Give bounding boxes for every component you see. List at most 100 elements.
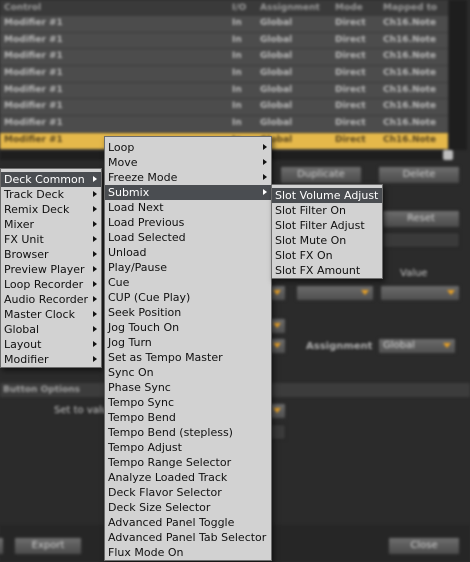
deck-common-menu-item-tempo-sync[interactable]: Tempo Sync (105, 395, 271, 410)
submix-menu-item-slot-volume-adjust[interactable]: Slot Volume Adjust (272, 188, 382, 203)
menu-item-label: Jog Turn (108, 336, 152, 349)
table-row[interactable]: Modifier #1 In Global Direct Ch16.Note (0, 83, 448, 100)
category-menu-item-preview-player[interactable]: Preview Player (1, 262, 101, 277)
table-cell-control: Modifier #1 (4, 134, 63, 145)
category-menu-item-fx-unit[interactable]: FX Unit (1, 232, 101, 247)
menu-item-label: Flux Mode On (108, 546, 184, 559)
submix-menu-item-slot-filter-adjust[interactable]: Slot Filter Adjust (272, 218, 382, 233)
submix-menu-item-slot-fx-on[interactable]: Slot FX On (272, 248, 382, 263)
deck-common-menu-item-deck-size-selector[interactable]: Deck Size Selector (105, 500, 271, 515)
export-button[interactable]: Export (14, 537, 82, 555)
assignment-dropdown[interactable]: Global (378, 338, 456, 354)
submenu-arrow-icon (93, 356, 97, 362)
deck-common-menu-item-cup-cue-play[interactable]: CUP (Cue Play) (105, 290, 271, 305)
column-header-io[interactable]: I/O (232, 3, 246, 13)
deck-common-menu-item-analyze-loaded-track[interactable]: Analyze Loaded Track (105, 470, 271, 485)
close-button[interactable]: Close (388, 537, 460, 555)
category-menu-item-loop-recorder[interactable]: Loop Recorder (1, 277, 101, 292)
deck-common-menu-item-freeze-mode[interactable]: Freeze Mode (105, 170, 271, 185)
table-row[interactable]: Modifier #1 In Global Direct Ch16.Note (0, 33, 448, 50)
deck-common-menu-item-advanced-panel-tab-selector[interactable]: Advanced Panel Tab Selector (105, 530, 271, 545)
submenu-arrow-icon (93, 221, 97, 227)
submenu-arrow-icon (93, 236, 97, 242)
submix-menu-item-slot-mute-on[interactable]: Slot Mute On (272, 233, 382, 248)
deck-common-menu-item-play-pause[interactable]: Play/Pause (105, 260, 271, 275)
submix-menu-item-slot-fx-amount[interactable]: Slot FX Amount (272, 263, 382, 278)
table-cell-mode: Direct (335, 118, 366, 129)
deck-common-menu-item-deck-flavor-selector[interactable]: Deck Flavor Selector (105, 485, 271, 500)
deck-common-submenu: Loop Move Freeze Mode Submix Load Next Load P… (104, 136, 272, 561)
deck-common-menu-item-submix[interactable]: Submix (105, 185, 271, 200)
dropdown-left[interactable] (296, 285, 374, 301)
category-menu-item-global[interactable]: Global (1, 322, 101, 337)
deck-common-menu-item-tempo-adjust[interactable]: Tempo Adjust (105, 440, 271, 455)
table-cell-io: In (232, 118, 242, 129)
deck-common-menu-item-load-next[interactable]: Load Next (105, 200, 271, 215)
submenu-arrow-icon (93, 251, 97, 257)
submix-menu-item-slot-filter-on[interactable]: Slot Filter On (272, 203, 382, 218)
column-header-control[interactable]: Control (4, 3, 41, 13)
menu-item-label: Load Next (108, 201, 164, 214)
deck-common-menu-item-cue[interactable]: Cue (105, 275, 271, 290)
table-cell-control: Modifier #1 (4, 118, 63, 129)
table-cell-io: In (232, 101, 242, 112)
deck-common-menu-item-set-as-tempo-master[interactable]: Set as Tempo Master (105, 350, 271, 365)
deck-common-menu-item-jog-turn[interactable]: Jog Turn (105, 335, 271, 350)
category-menu-item-audio-recorder[interactable]: Audio Recorder (1, 292, 101, 307)
column-header-mode[interactable]: Mode (335, 3, 363, 13)
dropdown-right[interactable] (380, 285, 460, 301)
column-header-mapped-to[interactable]: Mapped to (383, 3, 437, 13)
submenu-arrow-icon (93, 206, 97, 212)
deck-common-menu-item-load-previous[interactable]: Load Previous (105, 215, 271, 230)
table-cell-io: In (232, 84, 242, 95)
menu-item-label: Move (108, 156, 138, 169)
deck-common-menu-item-tempo-range-selector[interactable]: Tempo Range Selector (105, 455, 271, 470)
table-cell-mapped: Ch16.Note (383, 101, 437, 112)
table-cell-assignment: Global (260, 101, 293, 112)
table-cell-mode: Direct (335, 34, 366, 45)
deck-common-menu-item-unload[interactable]: Unload (105, 245, 271, 260)
assignment-value: Global (383, 340, 415, 351)
deck-common-menu-item-tempo-bend-stepless[interactable]: Tempo Bend (stepless) (105, 425, 271, 440)
category-menu-item-deck-common[interactable]: Deck Common (1, 172, 101, 187)
category-menu-item-remix-deck[interactable]: Remix Deck (1, 202, 101, 217)
category-menu-item-mixer[interactable]: Mixer (1, 217, 101, 232)
table-cell-control: Modifier #1 (4, 34, 63, 45)
category-menu-item-browser[interactable]: Browser (1, 247, 101, 262)
table-cell-assignment: Global (260, 68, 293, 79)
menu-item-label: Modifier (4, 353, 49, 366)
deck-common-menu-item-flux-mode-on[interactable]: Flux Mode On (105, 545, 271, 560)
table-row[interactable]: Modifier #1 In Global Direct Ch16.Note (0, 66, 448, 83)
deck-common-menu-item-jog-touch-on[interactable]: Jog Touch On (105, 320, 271, 335)
category-menu-item-layout[interactable]: Layout (1, 337, 101, 352)
table-cell-io: In (232, 51, 242, 62)
menu-item-label: Tempo Bend (stepless) (108, 426, 233, 439)
deck-common-menu-item-load-selected[interactable]: Load Selected (105, 230, 271, 245)
table-row[interactable]: Modifier #1 In Global Direct Ch16.Note (0, 116, 448, 133)
deck-common-menu-item-phase-sync[interactable]: Phase Sync (105, 380, 271, 395)
column-header-assignment[interactable]: Assignment (260, 3, 320, 13)
bottom-left-button[interactable] (0, 537, 4, 555)
deck-common-menu-item-loop[interactable]: Loop (105, 140, 271, 155)
menu-item-label: Layout (4, 338, 42, 351)
deck-common-menu-item-sync-on[interactable]: Sync On (105, 365, 271, 380)
table-row[interactable]: Modifier #1 In Global Direct Ch16.Note (0, 99, 448, 117)
table-cell-mapped: Ch16.Note (383, 84, 437, 95)
reset-button[interactable]: Reset (382, 210, 460, 228)
table-vertical-scrollbar[interactable] (449, 0, 467, 150)
category-menu-item-master-clock[interactable]: Master Clock (1, 307, 101, 322)
table-cell-io: In (232, 68, 242, 79)
duplicate-button[interactable]: Duplicate (280, 166, 362, 184)
deck-common-menu-item-tempo-bend[interactable]: Tempo Bend (105, 410, 271, 425)
deck-common-menu-item-advanced-panel-toggle[interactable]: Advanced Panel Toggle (105, 515, 271, 530)
category-menu-item-modifier[interactable]: Modifier (1, 352, 101, 367)
menu-item-label: Deck Flavor Selector (108, 486, 222, 499)
table-row[interactable]: Modifier #1 In Global Direct Ch16.Note (0, 16, 448, 33)
category-menu-item-track-deck[interactable]: Track Deck (1, 187, 101, 202)
deck-common-menu-item-seek-position[interactable]: Seek Position (105, 305, 271, 320)
table-row[interactable]: Modifier #1 In Global Direct Ch16.Note (0, 49, 448, 67)
submenu-arrow-icon (93, 266, 97, 272)
value-field[interactable] (382, 232, 460, 248)
deck-common-menu-item-move[interactable]: Move (105, 155, 271, 170)
delete-button[interactable]: Delete (378, 166, 460, 184)
